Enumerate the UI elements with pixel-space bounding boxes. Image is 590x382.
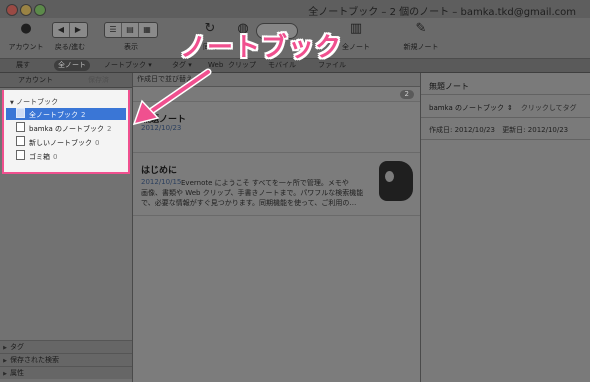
annotation-callout: ノートブック bbox=[180, 33, 343, 63]
sidebar-item-count: 2 bbox=[107, 125, 112, 133]
notebooks-header[interactable]: ▼ ノートブック bbox=[10, 97, 58, 107]
notebook-selector-label: bamka のノートブック bbox=[429, 104, 504, 112]
back-forward-control[interactable]: ◀ ▶ 戻る/進む bbox=[50, 20, 90, 52]
evernote-window: 全ノートブック – 2 個のノート – bamka.tkd@gmail.com … bbox=[0, 0, 590, 382]
section-label: 保存された検索 bbox=[10, 356, 59, 364]
account-label: アカウント bbox=[8, 43, 44, 51]
note-title-field[interactable]: 無題ノート bbox=[429, 81, 469, 92]
note-count-row: 2 bbox=[133, 87, 420, 102]
note-item[interactable]: 無題ノート 2012/10/23 bbox=[133, 102, 420, 153]
divider bbox=[421, 117, 590, 118]
created-label: 作成日: bbox=[429, 126, 453, 134]
new-note-button[interactable]: ✎ 新規ノート bbox=[398, 20, 444, 52]
created-date: 2012/10/23 bbox=[454, 126, 495, 134]
minimize-window-button[interactable] bbox=[20, 4, 32, 16]
filter-all-notes[interactable]: 全ノート bbox=[54, 60, 90, 71]
divider bbox=[421, 94, 590, 95]
window-title: 全ノートブック – 2 個のノート – bamka.tkd@gmail.com bbox=[308, 7, 576, 18]
sidebar-section-tags[interactable]: ▶ タグ bbox=[0, 340, 132, 353]
back-arrow-icon[interactable]: ◀ bbox=[53, 23, 70, 37]
sidebar: アカウント 保存済 ▼ ノートブック 全ノートブック 2 bamka のノートブッ… bbox=[0, 73, 133, 382]
chevron-updown-icon: ⇕ bbox=[507, 104, 513, 112]
zoom-window-button[interactable] bbox=[34, 4, 46, 16]
note-dates: 作成日: 2012/10/23 更新日: 2012/10/23 bbox=[429, 125, 568, 135]
note-snippet-line: Evernote にようこそ すべてを一ヶ所で管理。メモや bbox=[181, 179, 349, 187]
new-note-label: 新規ノート bbox=[403, 43, 439, 51]
sidebar-item-all-notebooks[interactable]: 全ノートブック 2 bbox=[6, 108, 126, 120]
sidebar-item-label: bamka のノートブック bbox=[29, 125, 104, 133]
disclosure-triangle-icon: ▶ bbox=[3, 371, 7, 377]
updated-label: 更新日: bbox=[502, 126, 526, 134]
notebook-icon bbox=[16, 136, 25, 146]
filter-shortcut[interactable]: 展す bbox=[16, 60, 30, 71]
tab-account[interactable]: アカウント bbox=[18, 75, 53, 85]
sidebar-item-trash[interactable]: ゴミ箱 0 bbox=[16, 150, 126, 162]
filter-notebook[interactable]: ノートブック ▾ bbox=[104, 60, 152, 71]
divider bbox=[421, 139, 590, 140]
account-button[interactable]: ● アカウント bbox=[6, 20, 46, 52]
sidebar-item-label: 全ノートブック bbox=[29, 111, 78, 119]
evernote-elephant-icon bbox=[379, 161, 413, 201]
notebook-stack-icon bbox=[16, 108, 25, 118]
new-note-icon: ✎ bbox=[415, 21, 427, 36]
sidebar-item-count: 2 bbox=[81, 111, 86, 119]
sidebar-section-saved-searches[interactable]: ▶ 保存された検索 bbox=[0, 353, 132, 366]
view-control[interactable]: ☰ ▤ ▦ 表示 bbox=[104, 20, 158, 52]
back-forward-label: 戻る/進む bbox=[54, 43, 86, 51]
sidebar-item-count: 0 bbox=[53, 153, 58, 161]
note-snippet-line: 画像、書類や Web クリップ、手書きノートまで。パワフルな検索機能 bbox=[141, 189, 364, 197]
notebook-icon bbox=[16, 122, 25, 132]
notebooks-header-label: ノートブック bbox=[16, 98, 59, 106]
forward-arrow-icon[interactable]: ▶ bbox=[70, 23, 86, 37]
trash-icon bbox=[16, 150, 25, 160]
sidebar-item-label: 新しいノートブック bbox=[29, 139, 92, 147]
view-label: 表示 bbox=[124, 43, 138, 51]
person-icon: ● bbox=[20, 21, 32, 36]
sort-selector[interactable]: 作成日で並び替え ▾ bbox=[133, 73, 420, 87]
sidebar-item-count: 0 bbox=[95, 139, 100, 147]
note-item[interactable]: はじめに 2012/10/15 Evernote にようこそ すべてを一ヶ所で管… bbox=[133, 153, 420, 216]
note-list: 作成日で並び替え ▾ 2 無題ノート 2012/10/23 はじめに 2012/… bbox=[133, 73, 421, 382]
note-date: 2012/10/23 bbox=[141, 124, 182, 132]
snippet-view-icon[interactable]: ▤ bbox=[122, 23, 139, 37]
section-label: 属性 bbox=[10, 369, 24, 377]
title-bar: 全ノートブック – 2 個のノート – bamka.tkd@gmail.com bbox=[0, 0, 590, 18]
sidebar-item-bamka-notebook[interactable]: bamka のノートブック 2 bbox=[16, 122, 126, 134]
tab-saved[interactable]: 保存済 bbox=[88, 75, 109, 85]
disclosure-triangle-icon: ▼ bbox=[10, 100, 14, 106]
note-title: はじめに bbox=[141, 166, 178, 176]
sidebar-item-new-notebook[interactable]: 新しいノートブック 0 bbox=[16, 136, 126, 148]
updated-date: 2012/10/23 bbox=[527, 126, 569, 134]
note-detail-pane: 無題ノート bamka のノートブック ⇕ クリックしてタグ 作成日: 2012/1… bbox=[421, 73, 590, 382]
note-date: 2012/10/15 bbox=[141, 178, 182, 186]
list-view-icon[interactable]: ☰ bbox=[105, 23, 122, 37]
sidebar-section-attributes[interactable]: ▶ 属性 bbox=[0, 366, 132, 379]
sidebar-item-label: ゴミ箱 bbox=[29, 153, 50, 161]
note-snippet-line: で、必要な情報がすぐ見つかります。同期機能を使って、ご利用の… bbox=[141, 199, 357, 207]
card-view-icon[interactable]: ▦ bbox=[139, 23, 155, 37]
tag-field[interactable]: クリックしてタグ bbox=[521, 104, 577, 112]
notebook-selector[interactable]: bamka のノートブック ⇕ クリックしてタグ bbox=[429, 103, 577, 113]
notebooks-panel: ▼ ノートブック 全ノートブック 2 bamka のノートブック 2 新しいノートブ… bbox=[2, 90, 130, 174]
section-label: タグ bbox=[10, 343, 24, 351]
note-count-badge: 2 bbox=[399, 90, 414, 99]
sidebar-tabs: アカウント 保存済 bbox=[0, 73, 132, 88]
close-window-button[interactable] bbox=[6, 4, 18, 16]
